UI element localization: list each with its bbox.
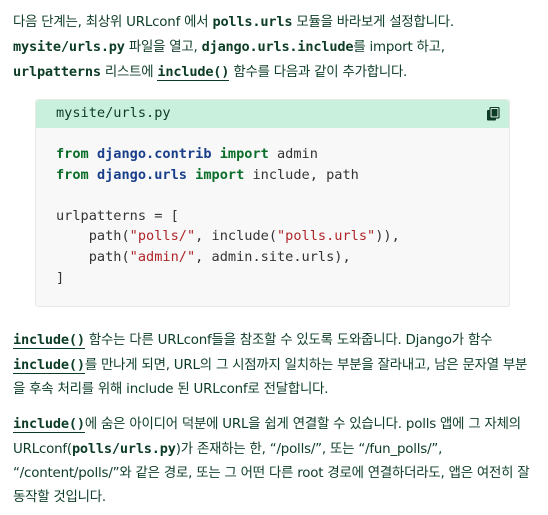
include-idea-paragraph: include()에 숨은 아이디어 덕분에 URL을 쉽게 연결할 수 있습니…: [13, 412, 537, 510]
intro-text: 다음 단계는, 최상위 URLconf 에서: [13, 15, 213, 30]
snippet-header: mysite/urls.py: [36, 100, 509, 128]
intro-text: 를 import 하고,: [353, 40, 445, 55]
code-snippet: mysite/urls.py from django.contrib impor…: [35, 99, 510, 307]
inline-code: urlpatterns: [13, 64, 101, 80]
include-function-link[interactable]: include(): [13, 332, 85, 349]
include-explanation-paragraph: include() 함수는 다른 URLconf들을 참조할 수 있도록 도와줍…: [13, 328, 537, 402]
inline-code: mysite/urls.py: [13, 39, 125, 55]
inline-code: polls/urls.py: [71, 441, 176, 457]
document-body: 다음 단계는, 최상위 URLconf 에서 polls.urls 모듈을 바라…: [13, 10, 537, 85]
include-function-link[interactable]: include(): [13, 357, 85, 374]
include-function-link[interactable]: include(): [157, 64, 229, 81]
code-line: from django.urls import include, path: [56, 166, 359, 183]
code-line: ]: [56, 269, 65, 286]
snippet-filename: mysite/urls.py: [56, 105, 171, 121]
code-line: path("polls/", include("polls.urls")),: [56, 228, 400, 245]
inline-code: django.urls.include: [201, 39, 354, 55]
inline-code: polls.urls: [212, 14, 293, 30]
paragraph-text: 를 만나게 되면, URL의 그 시점까지 일치하는 부분을 잘라내고, 남은 …: [13, 358, 528, 397]
intro-text: 함수를 다음과 같이 추가합니다.: [229, 65, 408, 80]
intro-text: 파일을 열고,: [124, 40, 202, 55]
intro-paragraph: 다음 단계는, 최상위 URLconf 에서 polls.urls 모듈을 바라…: [13, 10, 537, 85]
code-line: from django.contrib import admin: [56, 146, 318, 162]
code-block: from django.contrib import admin from dja…: [36, 128, 509, 288]
intro-text: 리스트에: [100, 65, 158, 80]
code-line: urlpatterns = [: [56, 207, 179, 224]
include-function-link[interactable]: include(): [13, 416, 85, 433]
copy-icon[interactable]: [486, 106, 500, 121]
paragraph-text: 함수는 다른 URLconf들을 참조할 수 있도록 도와줍니다. Django…: [84, 333, 493, 348]
code-line: path("admin/", admin.site.urls),: [56, 248, 351, 265]
intro-text: 모듈을 바라보게 설정합니다.: [292, 15, 454, 30]
document-body-lower: include() 함수는 다른 URLconf들을 참조할 수 있도록 도와줍…: [13, 328, 537, 510]
